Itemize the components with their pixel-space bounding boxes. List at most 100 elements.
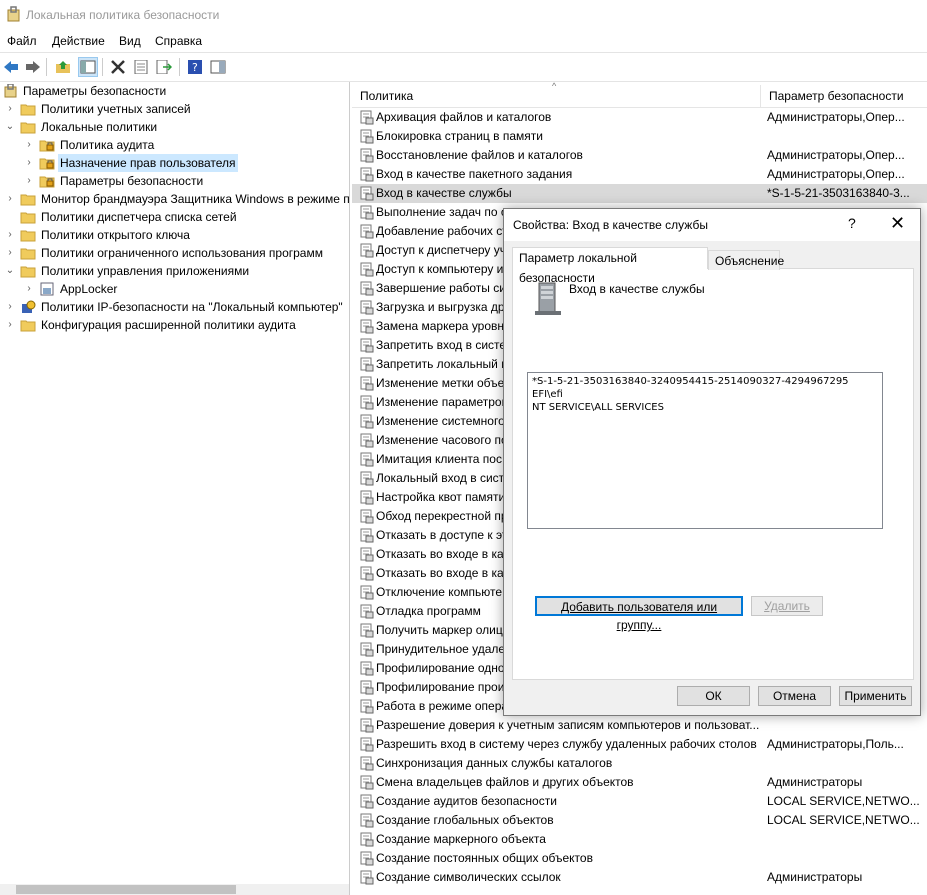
policy-name: Настройка квот памяти	[376, 490, 506, 504]
tree-item[interactable]: ⌄ Политики управления приложениями	[0, 262, 349, 280]
policy-icon	[360, 376, 374, 391]
policy-icon	[360, 452, 374, 467]
policy-row[interactable]: Блокировка страниц в памяти	[352, 127, 927, 146]
policy-icon	[360, 357, 374, 372]
policy-row[interactable]: Создание маркерного объекта	[352, 830, 927, 849]
apply-button[interactable]: Применить	[839, 686, 912, 706]
tree-horizontal-scrollbar[interactable]	[0, 884, 349, 895]
help-icon[interactable]: ?	[185, 57, 205, 77]
accounts-list[interactable]: *S-1-5-21-3503163840-3240954415-25140903…	[527, 372, 883, 529]
tree-item[interactable]: › Назначение прав пользователя	[0, 154, 349, 172]
tree-item-label: Политики ограниченного использования про…	[41, 246, 323, 260]
policy-row[interactable]: Вход в качестве пакетного задания Админис…	[352, 165, 927, 184]
tab-local-security-setting[interactable]: Параметр локальной безопасности	[512, 247, 708, 285]
policy-row[interactable]: Смена владельцев файлов и других объекто…	[352, 773, 927, 792]
show-hide-tree-icon[interactable]	[78, 57, 98, 77]
tree-root[interactable]: Параметры безопасности	[0, 82, 349, 100]
scrollbar-thumb[interactable]	[16, 885, 236, 894]
export-icon[interactable]	[154, 57, 174, 77]
security-settings-icon	[4, 84, 17, 98]
folder-icon	[20, 212, 36, 224]
menu-action[interactable]: Действие	[52, 34, 105, 48]
chevron-right-icon[interactable]: ›	[23, 154, 35, 172]
policy-row[interactable]: Восстановление файлов и каталогов Админис…	[352, 146, 927, 165]
policy-row[interactable]: Создание глобальных объектов LOCAL SERVIC…	[352, 811, 927, 830]
policy-row[interactable]: Создание постоянных общих объектов	[352, 849, 927, 868]
policy-name: Создание глобальных объектов	[376, 813, 554, 827]
policy-name: Вход в качестве службы	[376, 186, 512, 200]
folder-icon	[20, 194, 36, 206]
back-icon[interactable]	[1, 57, 21, 77]
chevron-right-icon[interactable]: ›	[4, 298, 16, 316]
policy-row[interactable]: Создание аудитов безопасности LOCAL SERVI…	[352, 792, 927, 811]
tree-item[interactable]: › Политики учетных записей	[0, 100, 349, 118]
policy-icon	[360, 832, 374, 847]
tree-item[interactable]: › Политика аудита	[0, 136, 349, 154]
tree-item-label: Политики диспетчера списка сетей	[41, 210, 237, 224]
chevron-right-icon[interactable]: ›	[23, 280, 35, 298]
action-pane-icon[interactable]	[208, 57, 228, 77]
column-header-setting[interactable]: Параметр безопасности	[760, 85, 910, 107]
folder-icon	[20, 320, 36, 332]
applocker-icon	[40, 282, 54, 296]
window-title: Локальная политика безопасности	[26, 8, 220, 22]
chevron-right-icon[interactable]: ›	[4, 190, 16, 208]
policy-row[interactable]: Создание символических ссылок Администрат…	[352, 868, 927, 887]
tree-item[interactable]: ⌄ Локальные политики	[0, 118, 349, 136]
properties-icon[interactable]	[131, 57, 151, 77]
tree-item[interactable]: › Политики IP-безопасности на "Локальный …	[0, 298, 349, 316]
menu-help[interactable]: Справка	[155, 34, 202, 48]
up-folder-icon[interactable]	[53, 57, 73, 77]
policy-icon	[360, 737, 374, 752]
account-item[interactable]: NT SERVICE\ALL SERVICES	[532, 401, 664, 414]
column-header-policy[interactable]: Политика	[352, 85, 760, 107]
chevron-right-icon[interactable]: ›	[4, 100, 16, 118]
tree-item[interactable]: Политики диспетчера списка сетей	[0, 208, 349, 226]
policy-icon	[360, 813, 374, 828]
delete-icon[interactable]	[108, 57, 128, 77]
chevron-right-icon[interactable]: ›	[4, 226, 16, 244]
tree-item-label: Назначение прав пользователя	[58, 154, 238, 172]
forward-icon[interactable]	[23, 57, 43, 77]
policy-name: Доступ к диспетчеру уч	[376, 243, 507, 257]
policy-setting: Администраторы	[767, 775, 863, 789]
chevron-right-icon[interactable]: ›	[23, 136, 35, 154]
policy-row[interactable]: Вход в качестве службы *S-1-5-21-35031638…	[352, 184, 927, 203]
policy-row[interactable]: Архивация файлов и каталогов Администрато…	[352, 108, 927, 127]
tree-item[interactable]: › Конфигурация расширенной политики аудит…	[0, 316, 349, 334]
chevron-down-icon[interactable]: ⌄	[4, 262, 16, 280]
account-item[interactable]: *S-1-5-21-3503163840-3240954415-25140903…	[532, 375, 849, 388]
close-icon[interactable]: ✕	[890, 213, 905, 234]
policy-row[interactable]: Разрешение доверия к учетным записям ком…	[352, 716, 927, 735]
policy-icon	[360, 870, 374, 885]
policy-name: Вход в качестве пакетного задания	[376, 167, 573, 181]
chevron-right-icon[interactable]: ›	[4, 244, 16, 262]
tree-item[interactable]: › Политики ограниченного использования пр…	[0, 244, 349, 262]
chevron-down-icon[interactable]: ⌄	[4, 118, 16, 136]
tab-explain[interactable]: Объяснение	[708, 250, 784, 270]
add-user-button[interactable]: Добавить пользователя или группу...	[535, 596, 743, 632]
policy-row[interactable]: Синхронизация данных службы каталогов	[352, 754, 927, 773]
ok-button[interactable]: ОК	[677, 686, 750, 706]
policy-icon	[360, 509, 374, 524]
chevron-right-icon[interactable]: ›	[4, 316, 16, 334]
policy-icon	[360, 661, 374, 676]
cancel-button[interactable]: Отмена	[758, 686, 831, 706]
remove-button[interactable]: Удалить	[751, 596, 823, 616]
policy-setting: Администраторы,Опер...	[767, 167, 905, 181]
tree-item[interactable]: › Параметры безопасности	[0, 172, 349, 190]
tree-item[interactable]: › AppLocker	[0, 280, 349, 298]
policy-icon	[360, 775, 374, 790]
chevron-right-icon[interactable]: ›	[23, 172, 35, 190]
tree-item[interactable]: › Монитор брандмауэра Защитника Windows в…	[0, 190, 349, 208]
policy-icon	[360, 794, 374, 809]
account-item[interactable]: EFI\efi	[532, 388, 563, 401]
policy-row[interactable]: Разрешить вход в систему через службу уд…	[352, 735, 927, 754]
dialog-help-button[interactable]: ?	[848, 215, 856, 231]
policy-setting: Администраторы,Опер...	[767, 110, 905, 124]
menu-view[interactable]: Вид	[119, 34, 141, 48]
policy-icon	[360, 623, 374, 638]
policy-name: Создание аудитов безопасности	[376, 794, 557, 808]
menu-file[interactable]: Файл	[7, 34, 37, 48]
tree-item[interactable]: › Политики открытого ключа	[0, 226, 349, 244]
